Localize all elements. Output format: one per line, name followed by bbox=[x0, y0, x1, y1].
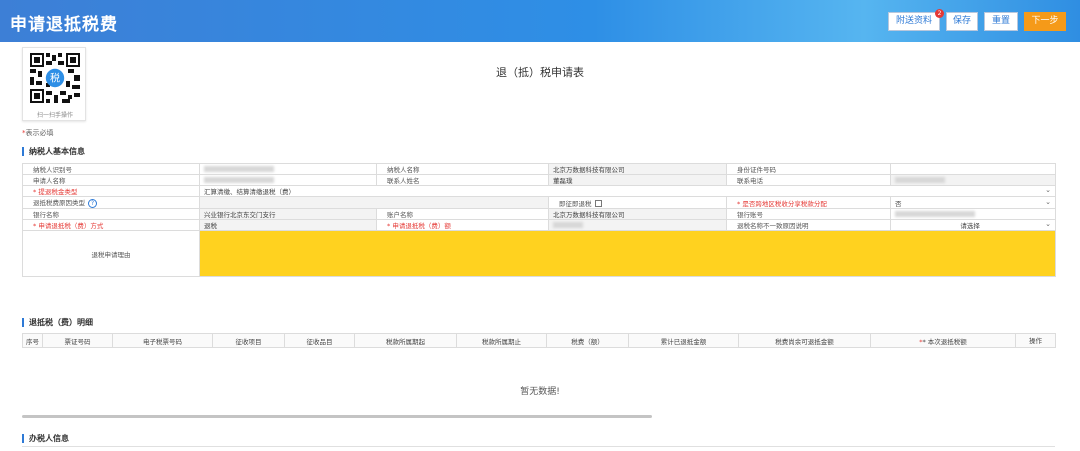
redacted-value bbox=[553, 222, 583, 228]
taxpayer-info-table: 纳税人识别号 纳税人名称 北京万数据科技有限公司 身份证件号码 申请人名称 联系… bbox=[22, 163, 1056, 277]
label-taxpayer-id: 纳税人识别号 bbox=[22, 163, 200, 175]
chevron-down-icon: ⌄ bbox=[1045, 197, 1051, 206]
help-icon[interactable]: ? bbox=[88, 199, 97, 208]
label-refund-reason-type: 退抵税费原因类型? bbox=[22, 196, 200, 209]
details-header-row: 序号 票证号码 电子税票号码 征收项目 征收品目 税款所属期起 税款所属期止 税… bbox=[22, 333, 1056, 348]
col-tax-amount: 税费（额） bbox=[546, 333, 629, 348]
col-operation: 操作 bbox=[1015, 333, 1056, 348]
attachments-button[interactable]: 附送资料 bbox=[888, 12, 940, 31]
col-period-start: 税款所属期起 bbox=[354, 333, 457, 348]
label-refund-tax-type: * 提退税金类型 bbox=[22, 185, 200, 197]
col-e-ticket-number: 电子税票号码 bbox=[112, 333, 213, 348]
attachment-count-badge: 2 bbox=[935, 9, 944, 18]
label-id-number: 身份证件号码 bbox=[726, 163, 891, 175]
name-mismatch-reason-select[interactable]: 请选择 ⌄ bbox=[890, 219, 1056, 231]
chevron-down-icon: ⌄ bbox=[1045, 186, 1051, 195]
redacted-value bbox=[895, 177, 945, 183]
refund-tax-type-select[interactable]: 汇算清缴、结算清缴退税（费） ⌄ bbox=[199, 185, 1056, 197]
horizontal-scrollbar[interactable] bbox=[22, 415, 652, 418]
label-bank-name: 银行名称 bbox=[22, 208, 200, 220]
form-title: 退（抵）税申请表 bbox=[496, 66, 584, 79]
col-remaining-refundable: 税费尚余可退抵金额 bbox=[738, 333, 871, 348]
col-index: 序号 bbox=[22, 333, 43, 348]
redacted-value bbox=[204, 166, 274, 172]
col-period-end: 税款所属期止 bbox=[456, 333, 547, 348]
col-levy-category: 征收品目 bbox=[284, 333, 355, 348]
value-bank-name: 兴业银行北京东交门支行 bbox=[199, 208, 377, 220]
section-details: 退抵税（费）明细 bbox=[22, 318, 93, 327]
chevron-down-icon: ⌄ bbox=[1045, 220, 1051, 229]
qr-caption: 扫一扫手操作 bbox=[36, 112, 73, 119]
label-bank-account: 银行账号 bbox=[726, 208, 891, 220]
refund-reason-textarea[interactable] bbox=[199, 230, 1056, 277]
value-taxpayer-name: 北京万数据科技有限公司 bbox=[548, 163, 727, 175]
label-cross-region-sharing: * 是否跨地区税收分享税款分配 bbox=[726, 196, 891, 209]
label-refund-method: * 申请退抵税（费）方式 bbox=[22, 219, 200, 231]
value-refund-amount bbox=[548, 219, 727, 231]
redacted-value bbox=[204, 177, 274, 183]
col-voucher-number: 票证号码 bbox=[42, 333, 113, 348]
label-refund-amount: * 申请退抵税（费）额 bbox=[376, 219, 549, 231]
divider bbox=[22, 446, 1055, 447]
col-refunded-total: 累计已退抵金额 bbox=[628, 333, 739, 348]
label-refund-reason: 退税申请理由 bbox=[22, 230, 200, 277]
label-taxpayer-name: 纳税人名称 bbox=[376, 163, 549, 175]
section-basic-info: 纳税人基本信息 bbox=[22, 147, 85, 156]
label-name-mismatch-reason: 退税名称不一致原因说明 bbox=[726, 219, 891, 231]
label-contact-name: 联系人姓名 bbox=[376, 174, 549, 186]
reset-button[interactable]: 重置 bbox=[984, 12, 1018, 31]
value-id-number[interactable] bbox=[890, 163, 1056, 175]
page-title: 申请退抵税费 bbox=[10, 15, 118, 35]
value-refund-reason-type bbox=[199, 196, 549, 209]
next-step-button[interactable]: 下一步 bbox=[1024, 12, 1066, 31]
value-refund-method: 退税 bbox=[199, 219, 377, 231]
empty-data-message: 暂无数据! bbox=[520, 387, 560, 397]
value-account-name: 北京万数据科技有限公司 bbox=[548, 208, 727, 220]
value-applicant-name bbox=[199, 174, 377, 186]
refund-details-table: 序号 票证号码 电子税票号码 征收项目 征收品目 税款所属期起 税款所属期止 税… bbox=[22, 333, 1056, 348]
instant-refund-checkbox[interactable] bbox=[594, 200, 602, 207]
value-bank-account bbox=[890, 208, 1056, 220]
instant-refund-checkbox-cell[interactable]: 即征即退税 bbox=[548, 196, 727, 209]
col-levy-item: 征收项目 bbox=[212, 333, 285, 348]
cross-region-sharing-select[interactable]: 否 ⌄ bbox=[890, 196, 1056, 209]
section-handler-info: 办税人信息 bbox=[22, 434, 69, 443]
value-contact-name: 董磊璞 bbox=[548, 174, 727, 186]
save-button[interactable]: 保存 bbox=[946, 12, 978, 31]
col-current-refund: ** 本次退抵税额 bbox=[870, 333, 1016, 348]
page-header: 申请退抵税费 附送资料 2 保存 重置 下一步 bbox=[0, 0, 1080, 42]
value-contact-phone bbox=[890, 174, 1056, 186]
label-applicant-name: 申请人名称 bbox=[22, 174, 200, 186]
label-contact-phone: 联系电话 bbox=[726, 174, 891, 186]
redacted-value bbox=[895, 211, 975, 217]
qr-code-card[interactable]: 税 扫一扫手操作 bbox=[22, 47, 86, 121]
required-note: *表示必填 bbox=[22, 129, 54, 137]
label-account-name: 账户名称 bbox=[376, 208, 549, 220]
value-taxpayer-id bbox=[199, 163, 377, 175]
